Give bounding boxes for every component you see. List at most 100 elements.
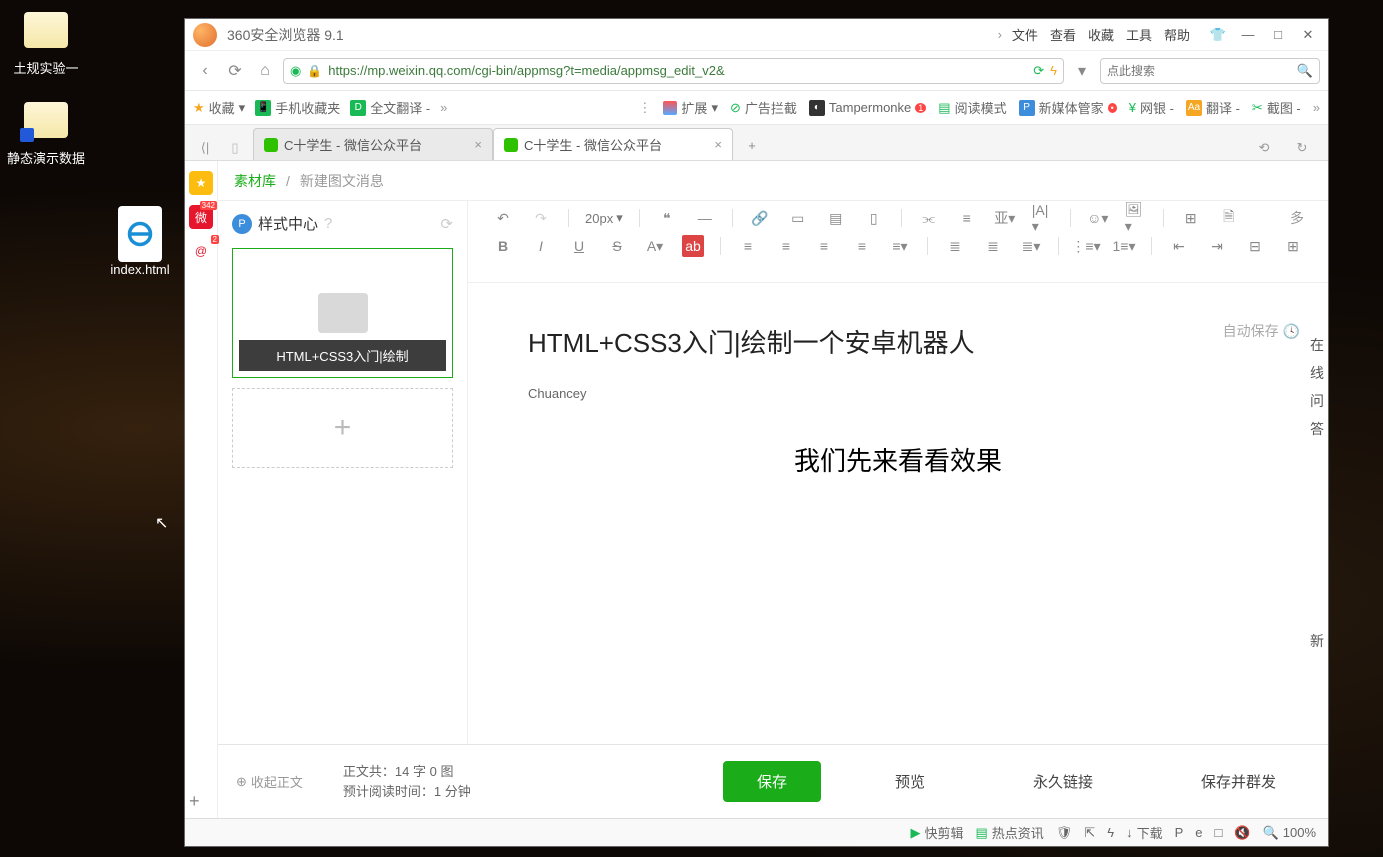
doc-author[interactable]: Chuancey (528, 386, 1268, 401)
star-icon[interactable]: ★ (189, 171, 213, 195)
search-icon[interactable]: 🔍 (1297, 63, 1313, 79)
template-icon[interactable]: ▤ (825, 207, 847, 229)
download-button[interactable]: ↓ 下载 (1126, 823, 1163, 842)
refresh-style-icon[interactable]: ⟳ (440, 215, 453, 233)
extend-button[interactable]: 扩展 ▾ (663, 98, 718, 117)
shield-icon[interactable]: 🛡 (1056, 825, 1073, 841)
search-input[interactable] (1107, 64, 1297, 78)
permalink-button[interactable]: 永久链接 (999, 761, 1127, 802)
outdent-button[interactable]: ⇤ (1168, 235, 1190, 257)
hotnews-button[interactable]: ▤热点资讯 (975, 823, 1043, 842)
tab-0[interactable]: C十学生 - 微信公众平台 × (253, 128, 493, 160)
align-justify-button[interactable]: ≡ (851, 235, 873, 257)
mail-icon[interactable]: @2 (189, 239, 213, 263)
link-icon[interactable]: ⇱ (1084, 825, 1095, 841)
list-ul-button[interactable]: ⋮≡▾ (1075, 235, 1097, 257)
tab-history-icon[interactable]: ⟲ (1252, 136, 1276, 160)
redo-button[interactable]: ↷ (530, 207, 552, 229)
add-article-button[interactable]: + (232, 388, 453, 468)
close-button[interactable]: ✕ (1296, 25, 1320, 45)
right-rail-qa[interactable]: 在线问答 (1305, 331, 1328, 443)
menu-view[interactable]: 查看 (1050, 25, 1076, 44)
indent-button[interactable]: ⇥ (1206, 235, 1228, 257)
back-button[interactable]: ‹ (193, 59, 217, 83)
gallery-icon[interactable]: ⊞ (1180, 207, 1202, 229)
float-center-button[interactable]: ≣ (982, 235, 1004, 257)
translate-button[interactable]: Aa翻译 - (1186, 98, 1240, 117)
doc-body[interactable]: 我们先来看看效果 (528, 441, 1268, 478)
list-ol-button[interactable]: 1≡▾ (1113, 235, 1135, 257)
right-rail-new[interactable]: 新 (1305, 631, 1328, 651)
plus-bottom-icon[interactable]: + (189, 791, 200, 812)
box-icon[interactable]: ▯ (863, 207, 885, 229)
link2-icon[interactable]: ⫘ (918, 207, 940, 229)
tab-close-icon[interactable]: × (474, 137, 482, 152)
save-send-button[interactable]: 保存并群发 (1167, 761, 1310, 802)
search-box[interactable]: 🔍 (1100, 58, 1320, 84)
maximize-button[interactable]: □ (1266, 25, 1290, 45)
quickcut-button[interactable]: ▶快剪辑 (910, 823, 963, 842)
pc-icon[interactable]: P (1175, 825, 1184, 840)
fav-button[interactable]: ★收藏 ▾ (193, 98, 245, 117)
tab-close-icon[interactable]: × (714, 137, 722, 152)
article-card[interactable]: HTML+CSS3入门|绘制 (232, 248, 453, 378)
menu-tools[interactable]: 工具 (1126, 25, 1152, 44)
bookmark-icon[interactable]: ▯ (223, 136, 247, 160)
image-icon[interactable]: 🖼▾ (1125, 207, 1147, 229)
card-icon[interactable]: ▭ (787, 207, 809, 229)
tab-restore-icon[interactable]: ↻ (1290, 136, 1314, 160)
mobile-icon[interactable]: e (1195, 825, 1202, 840)
italic-button[interactable]: I (530, 235, 552, 257)
desktop-icon-html[interactable]: index.html (96, 210, 184, 277)
indent-icon[interactable]: ≡ (956, 207, 978, 229)
sidebar-toggle-icon[interactable]: ⟨| (193, 136, 217, 160)
lightning-icon[interactable]: ϟ (1050, 63, 1057, 78)
newmedia-button[interactable]: P新媒体管家• (1019, 98, 1117, 117)
clear-button[interactable]: ⊟ (1244, 235, 1266, 257)
weibo-icon[interactable]: 微342 (189, 205, 213, 229)
strike-button[interactable]: S (606, 235, 628, 257)
new-tab-button[interactable]: + (737, 130, 767, 160)
fontsize-select[interactable]: 20px ▾ (585, 210, 623, 226)
url-input[interactable]: ◉ 🔒 https://mp.weixin.qq.com/cgi-bin/app… (283, 58, 1064, 84)
mute-icon[interactable]: 🔇 (1234, 825, 1250, 841)
document-area[interactable]: HTML+CSS3入门|绘制一个安卓机器人 Chuancey 我们先来看看效果 (468, 283, 1328, 744)
save-button[interactable]: 保存 (723, 761, 821, 802)
menu-file[interactable]: 文件 (1012, 25, 1038, 44)
url-dropdown-icon[interactable]: ▾ (1070, 59, 1094, 83)
home-button[interactable]: ⌂ (253, 59, 277, 83)
tab-1[interactable]: C十学生 - 微信公众平台 × (493, 128, 733, 160)
undo-button[interactable]: ↶ (492, 207, 514, 229)
mobile-fav[interactable]: 📱手机收藏夹 (255, 98, 340, 117)
align-left-button[interactable]: ≡ (737, 235, 759, 257)
textcolor-button[interactable]: A▾ (644, 235, 666, 257)
screenshot-button[interactable]: ✂截图 - (1252, 98, 1301, 117)
bold-button[interactable]: B (492, 235, 514, 257)
emoji-icon[interactable]: ☺▾ (1087, 207, 1109, 229)
float-right-button[interactable]: ≣▾ (1020, 235, 1042, 257)
tampermonkey-button[interactable]: ◐Tampermonke1 (809, 100, 926, 116)
more-label[interactable]: 多 (1290, 208, 1304, 228)
float-left-button[interactable]: ≣ (944, 235, 966, 257)
speed-icon[interactable]: ϟ (1107, 825, 1114, 840)
adblock-button[interactable]: ⊘广告拦截 (730, 98, 797, 117)
align-center-button[interactable]: ≡ (775, 235, 797, 257)
lineheight-icon[interactable]: 亚▾ (994, 207, 1016, 229)
netbank-button[interactable]: ¥网银 - (1129, 98, 1174, 117)
doc-icon[interactable]: 🗎 (1218, 207, 1240, 229)
tshirt-icon[interactable]: 👕 (1206, 25, 1230, 45)
quote-button[interactable]: ❝ (656, 207, 678, 229)
reload-button[interactable]: ⟳ (223, 59, 247, 83)
preview-button[interactable]: 预览 (861, 761, 959, 802)
menu-fav[interactable]: 收藏 (1088, 25, 1114, 44)
link-icon[interactable]: 🔗 (749, 207, 771, 229)
doc-title[interactable]: HTML+CSS3入门|绘制一个安卓机器人 (528, 323, 1268, 360)
breadcrumb-library[interactable]: 素材库 (234, 171, 276, 191)
fulltext-translate[interactable]: D全文翻译 - (350, 98, 430, 117)
zoom-button[interactable]: 🔍 100% (1263, 825, 1316, 841)
underline-button[interactable]: U (568, 235, 590, 257)
collapse-button[interactable]: ⊕ 收起正文 (236, 772, 303, 791)
menu-help[interactable]: 帮助 (1164, 25, 1190, 44)
align-dist-button[interactable]: ≡▾ (889, 235, 911, 257)
window-icon[interactable]: □ (1215, 825, 1223, 840)
